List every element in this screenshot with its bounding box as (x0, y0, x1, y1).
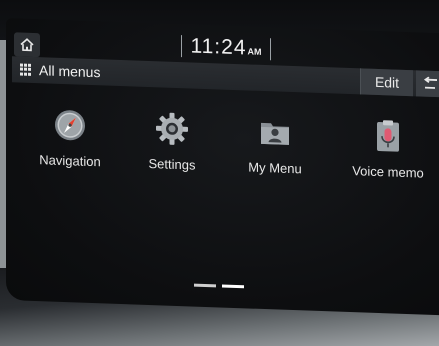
page-dot-1[interactable] (194, 283, 216, 288)
clock-time: 11:24 (190, 34, 247, 60)
page-indicator (194, 283, 244, 289)
edit-button[interactable]: Edit (360, 68, 413, 97)
app-navigation[interactable]: Navigation (32, 107, 108, 170)
clock-ampm: AM (247, 46, 262, 57)
page-title: All menus (39, 62, 101, 81)
app-settings[interactable]: Settings (134, 110, 210, 173)
app-label: Settings (148, 155, 196, 173)
home-button[interactable] (14, 32, 40, 58)
app-label: My Menu (248, 159, 302, 177)
infotainment-screen: 11:24 AM All menus Edit Navigation Setti… (6, 18, 439, 316)
clock: 11:24 AM (181, 34, 271, 61)
home-icon (20, 38, 34, 52)
app-voice-memo[interactable]: Voice memo (338, 118, 438, 181)
back-button[interactable] (416, 70, 439, 98)
microphone-icon (377, 120, 399, 152)
folder-user-icon (261, 122, 289, 145)
all-menus-grid-icon (20, 63, 32, 76)
back-arrow-icon (423, 76, 437, 89)
app-label: Navigation (39, 152, 101, 170)
compass-icon (55, 110, 85, 141)
app-label: Voice memo (352, 163, 424, 181)
page-dot-2[interactable] (222, 284, 244, 289)
app-my-menu[interactable]: My Menu (237, 114, 313, 177)
gear-icon (156, 112, 188, 145)
apps-grid: Navigation Settings My Menu Voice memo (6, 106, 439, 201)
